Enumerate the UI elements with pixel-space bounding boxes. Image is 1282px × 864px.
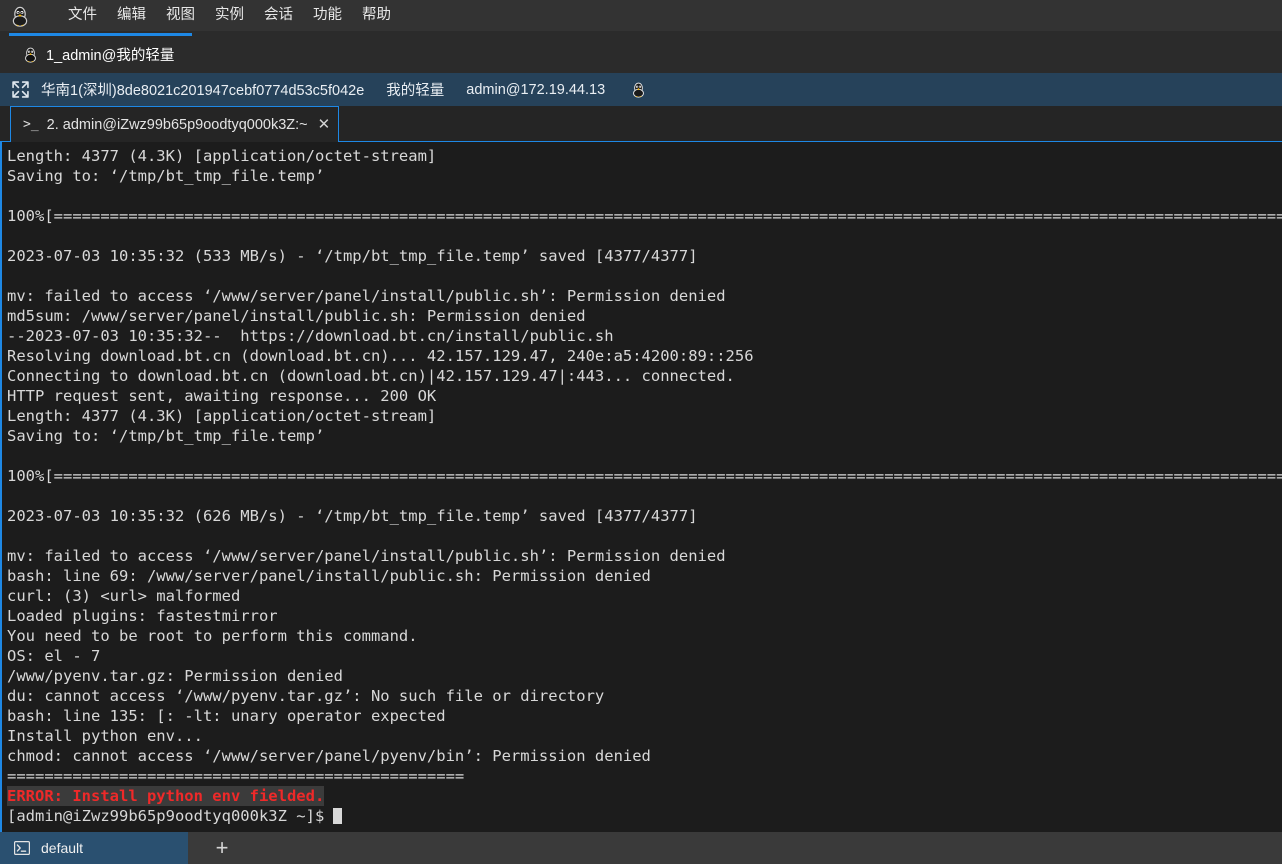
tux-penguin-icon bbox=[631, 81, 646, 98]
terminal-console-icon bbox=[14, 841, 30, 855]
bottom-tab-default[interactable]: default bbox=[0, 832, 188, 864]
terminal-line: ========================================… bbox=[7, 767, 465, 785]
terminal-line: Saving to: ‘/tmp/bt_tmp_file.temp’ bbox=[7, 427, 325, 445]
terminal-prompt-text: [admin@iZwz99b65p9oodtyq000k3Z ~]$ bbox=[7, 807, 325, 825]
infobar-instance-name: 我的轻量 bbox=[386, 83, 445, 99]
menu-edit[interactable]: 编辑 bbox=[107, 0, 156, 31]
terminal-line: du: cannot access ‘/www/pyenv.tar.gz’: N… bbox=[7, 687, 605, 705]
bottom-tab-label: default bbox=[41, 840, 84, 856]
terminal-line: OS: el - 7 bbox=[7, 647, 101, 665]
terminal-line: Length: 4377 (4.3K) [application/octet-s… bbox=[7, 147, 437, 165]
terminal-line: mv: failed to access ‘/www/server/panel/… bbox=[7, 547, 726, 565]
terminal-tab-label: 2. admin@iZwz99b65p9oodtyq000k3Z:~ bbox=[46, 116, 308, 133]
terminal-line: /www/pyenv.tar.gz: Permission denied bbox=[7, 667, 343, 685]
session-tab-strip: 1_admin@我的轻量 bbox=[0, 31, 1282, 73]
terminal-line: md5sum: /www/server/panel/install/public… bbox=[7, 307, 586, 325]
terminal-line: Saving to: ‘/tmp/bt_tmp_file.temp’ bbox=[7, 167, 325, 185]
menu-help[interactable]: 帮助 bbox=[352, 0, 401, 31]
terminal-error-line: ERROR: Install python env fielded. bbox=[7, 786, 325, 806]
terminal-line: chmod: cannot access ‘/www/server/panel/… bbox=[7, 747, 651, 765]
prompt-icon: >_ bbox=[23, 117, 39, 132]
terminal-line: 100%[===================================… bbox=[7, 207, 1282, 225]
terminal-line: Length: 4377 (4.3K) [application/octet-s… bbox=[7, 407, 437, 425]
add-tab-button[interactable]: + bbox=[188, 832, 256, 864]
terminal-line: Install python env... bbox=[7, 727, 203, 745]
terminal-line: mv: failed to access ‘/www/server/panel/… bbox=[7, 287, 726, 305]
terminal-prompt-line: [admin@iZwz99b65p9oodtyq000k3Z ~]$ bbox=[7, 806, 1282, 826]
terminal-line: bash: line 135: [: -lt: unary operator e… bbox=[7, 707, 446, 725]
menu-view[interactable]: 视图 bbox=[156, 0, 205, 31]
fullscreen-expand-icon[interactable] bbox=[12, 81, 29, 98]
terminal-line: Resolving download.bt.cn (download.bt.cn… bbox=[7, 347, 754, 365]
tux-penguin-icon bbox=[23, 46, 38, 63]
terminal-line: bash: line 69: /www/server/panel/install… bbox=[7, 567, 651, 585]
bottom-tab-bar: default + bbox=[0, 832, 1282, 864]
terminal-line: 2023-07-03 10:35:32 (533 MB/s) - ‘/tmp/b… bbox=[7, 247, 698, 265]
session-tab-label: 1_admin@我的轻量 bbox=[46, 48, 175, 64]
menu-file[interactable]: 文件 bbox=[58, 0, 107, 31]
terminal-output[interactable]: Length: 4377 (4.3K) [application/octet-s… bbox=[2, 142, 1282, 832]
menu-bar: 文件 编辑 视图 实例 会话 功能 帮助 bbox=[0, 0, 1282, 31]
terminal-line: 100%[===================================… bbox=[7, 467, 1282, 485]
terminal-line: --2023-07-03 10:35:32-- https://download… bbox=[7, 327, 614, 345]
close-icon[interactable]: ✕ bbox=[318, 117, 331, 132]
terminal-line: Loaded plugins: fastestmirror bbox=[7, 607, 278, 625]
infobar-user-host: admin@172.19.44.13 bbox=[466, 81, 606, 98]
menu-session[interactable]: 会话 bbox=[254, 0, 303, 31]
terminal-line: You need to be root to perform this comm… bbox=[7, 627, 418, 645]
securecrt-window: 文件 编辑 视图 实例 会话 功能 帮助 1_admin@我的轻量 华南1(深圳… bbox=[0, 0, 1282, 864]
terminal-cursor bbox=[333, 808, 343, 824]
session-tab-1-admin[interactable]: 1_admin@我的轻量 bbox=[9, 33, 193, 73]
menu-function[interactable]: 功能 bbox=[303, 0, 352, 31]
terminal-tab-2-admin[interactable]: >_ 2. admin@iZwz99b65p9oodtyq000k3Z:~ ✕ bbox=[10, 106, 340, 142]
menu-instance[interactable]: 实例 bbox=[205, 0, 254, 31]
terminal-error-row: ERROR: Install python env fielded. bbox=[7, 786, 1282, 806]
terminal-line: Connecting to download.bt.cn (download.b… bbox=[7, 367, 735, 385]
terminal-viewport[interactable]: Length: 4377 (4.3K) [application/octet-s… bbox=[0, 142, 1282, 832]
tux-penguin-icon bbox=[8, 4, 32, 28]
connection-info-bar: 华南1(深圳)8de8021c201947cebf0774d53c5f042e … bbox=[0, 73, 1282, 106]
terminal-line: HTTP request sent, awaiting response... … bbox=[7, 387, 437, 405]
terminal-line: curl: (3) <url> malformed bbox=[7, 587, 241, 605]
terminal-tab-row: >_ 2. admin@iZwz99b65p9oodtyq000k3Z:~ ✕ bbox=[0, 106, 1282, 142]
terminal-line: 2023-07-03 10:35:32 (626 MB/s) - ‘/tmp/b… bbox=[7, 507, 698, 525]
infobar-region: 华南1(深圳)8de8021c201947cebf0774d53c5f042e bbox=[41, 83, 365, 99]
